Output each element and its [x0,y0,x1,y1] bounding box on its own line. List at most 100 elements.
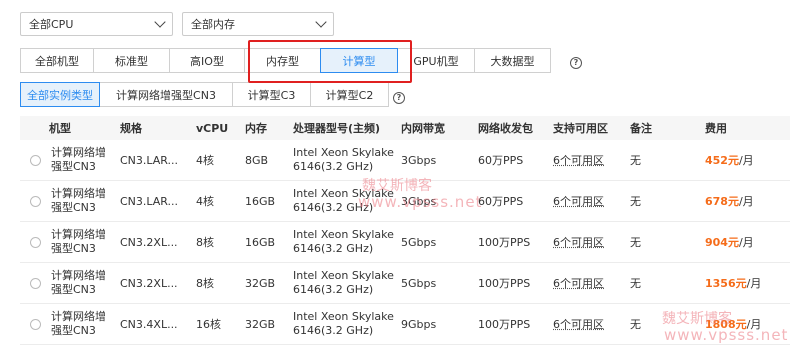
price-value: 904元 [705,236,739,249]
note-cell: 无 [630,236,641,249]
spec-cell: CN3.LAR... [120,194,179,208]
instance-tab-1[interactable]: 计算网络增强型CN3 [99,82,233,107]
note-cell: 无 [630,195,641,208]
model-cell: 计算网络增强型CN3 [51,146,106,173]
bandwidth-cell: 3Gbps [401,153,437,167]
table-row[interactable]: 计算网络增强型CN3 CN3.2XL... 8核 16GB Intel Xeon Sky… [20,222,790,263]
spec-cell: CN3.2XL... [120,276,178,290]
column-header: 支持可用区 [553,122,608,135]
table-row[interactable]: 计算网络增强型CN3 CN3.4XL... 16核 32GB Intel Xeon Sk… [20,304,790,345]
processor-cell: Intel Xeon Skylake 6146(3.2 GHz) [293,310,394,338]
chevron-down-icon [154,16,166,28]
processor-cell: Intel Xeon Skylake 6146(3.2 GHz) [293,187,394,215]
type-tab-2[interactable]: 高IO型 [169,48,245,73]
chevron-down-icon [315,16,327,28]
vcpu-cell: 8核 [196,277,214,290]
table-body: 计算网络增强型CN3 CN3.LAR... 4核 8GB Intel Xeon Skyl… [20,140,790,345]
price-unit: /月 [738,236,754,249]
memory-cell: 8GB [245,153,269,167]
help-icon[interactable]: ? [570,57,582,69]
column-header: 规格 [120,122,142,135]
zones-link[interactable]: 6个可用区 [553,275,604,291]
model-cell: 计算网络增强型CN3 [51,187,106,214]
pps-cell: 100万PPS [478,236,531,249]
column-header: 内网带宽 [401,122,445,135]
cpu-select[interactable]: 全部CPU [20,12,173,36]
bandwidth-cell: 5Gbps [401,235,437,249]
row-radio[interactable] [30,318,41,330]
pps-cell: 100万PPS [478,318,531,331]
processor-model: Intel Xeon Skylake [293,269,394,282]
table-row[interactable]: 计算网络增强型CN3 CN3.2XL... 8核 32GB Intel Xeon Sky… [20,263,790,304]
row-radio[interactable] [30,236,41,248]
pps-cell: 60万PPS [478,195,524,208]
pps-cell: 60万PPS [478,154,524,167]
instance-tab-2[interactable]: 计算型C3 [232,82,311,107]
processor-frequency: 6146(3.2 GHz) [293,160,374,173]
processor-frequency: 6146(3.2 GHz) [293,283,374,296]
pps-cell: 100万PPS [478,277,531,290]
model-cell: 计算网络增强型CN3 [51,310,106,337]
vcpu-cell: 4核 [196,154,214,167]
zones-link[interactable]: 6个可用区 [553,316,604,332]
zones-link[interactable]: 6个可用区 [553,234,604,250]
memory-cell: 32GB [245,276,276,290]
price-cell: 678元/月 [705,193,754,209]
instance-table: 机型 规格 vCPU 内存 处理器型号(主频) 内网带宽 网络收发包 支持可用区 备注 费用 计算… [20,116,790,345]
model-cell: 计算网络增强型CN3 [51,269,106,296]
type-tab-1[interactable]: 标准型 [93,48,170,73]
type-tab-0[interactable]: 全部机型 [20,48,94,73]
bandwidth-cell: 5Gbps [401,276,437,290]
table-row[interactable]: 计算网络增强型CN3 CN3.LAR... 4核 8GB Intel Xeon Skyl… [20,140,790,181]
price-unit: /月 [746,277,762,290]
price-cell: 1808元/月 [705,316,761,332]
instance-tab-0[interactable]: 全部实例类型 [20,82,100,107]
price-cell: 452元/月 [705,152,754,168]
price-unit: /月 [738,195,754,208]
processor-frequency: 6146(3.2 GHz) [293,324,374,337]
processor-model: Intel Xeon Skylake [293,187,394,200]
note-cell: 无 [630,154,641,167]
price-value: 1356元 [705,277,747,290]
bandwidth-cell: 3Gbps [401,194,437,208]
row-radio[interactable] [30,277,41,289]
note-cell: 无 [630,277,641,290]
memory-select[interactable]: 全部内存 [182,12,334,36]
price-value: 678元 [705,195,739,208]
price-unit: /月 [738,154,754,167]
price-cell: 1356元/月 [705,275,761,291]
row-radio[interactable] [30,154,41,166]
table-row[interactable]: 计算网络增强型CN3 CN3.LAR... 4核 16GB Intel Xeon Sky… [20,181,790,222]
column-header: 内存 [245,122,267,135]
column-header: 处理器型号(主频) [293,122,381,135]
instance-type-tabs: 全部实例类型 计算网络增强型CN3 计算型C3 计算型C2 [20,82,389,107]
bandwidth-cell: 9Gbps [401,317,437,331]
processor-cell: Intel Xeon Skylake 6146(3.2 GHz) [293,228,394,256]
column-header: 机型 [49,122,71,135]
vcpu-cell: 4核 [196,195,214,208]
zones-link[interactable]: 6个可用区 [553,152,604,168]
model-cell: 计算网络增强型CN3 [51,228,106,255]
zones-link[interactable]: 6个可用区 [553,193,604,209]
column-header: 网络收发包 [478,122,533,135]
help-icon[interactable]: ? [393,92,405,104]
cpu-select-value: 全部CPU [29,18,74,31]
row-radio[interactable] [30,195,41,207]
spec-cell: CN3.2XL... [120,235,178,249]
memory-cell: 32GB [245,317,276,331]
type-tab-6[interactable]: 大数据型 [474,48,551,73]
column-header: vCPU [196,121,229,135]
memory-select-value: 全部内存 [191,18,235,31]
spec-cell: CN3.LAR... [120,153,179,167]
memory-cell: 16GB [245,194,276,208]
processor-model: Intel Xeon Skylake [293,228,394,241]
processor-model: Intel Xeon Skylake [293,310,394,323]
price-cell: 904元/月 [705,234,754,250]
price-unit: /月 [746,318,762,331]
processor-frequency: 6146(3.2 GHz) [293,201,374,214]
processor-cell: Intel Xeon Skylake 6146(3.2 GHz) [293,146,394,174]
vcpu-cell: 8核 [196,236,214,249]
instance-tab-3[interactable]: 计算型C2 [310,82,389,107]
price-value: 452元 [705,154,739,167]
note-cell: 无 [630,318,641,331]
